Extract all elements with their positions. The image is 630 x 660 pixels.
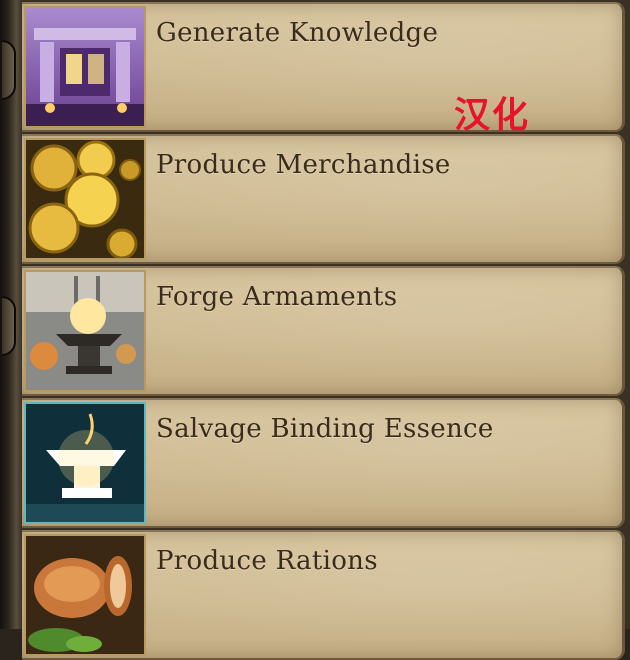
- option-forge-armaments[interactable]: Forge Armaments: [22, 266, 625, 396]
- glowing-anvil-icon: [24, 402, 146, 524]
- option-title: Produce Merchandise: [156, 150, 451, 180]
- option-title: Salvage Binding Essence: [156, 414, 494, 444]
- gold-coins-icon: [24, 138, 146, 260]
- frame-hinge-top: [2, 40, 16, 100]
- option-title: Produce Rations: [156, 546, 378, 576]
- bread-icon: [24, 534, 146, 656]
- left-frame: [0, 0, 22, 629]
- option-salvage-binding-essence[interactable]: Salvage Binding Essence: [22, 398, 625, 528]
- library-hall-icon: [24, 6, 146, 128]
- crafting-options-list: Generate Knowledge Produce Merchandise F…: [22, 0, 630, 660]
- option-title: Generate Knowledge: [156, 18, 439, 48]
- frame-hinge-bottom: [2, 296, 16, 356]
- watermark-label: 汉化: [454, 95, 531, 136]
- anvil-forge-icon: [24, 270, 146, 392]
- option-produce-merchandise[interactable]: Produce Merchandise: [22, 134, 625, 264]
- option-title: Forge Armaments: [156, 282, 398, 312]
- option-generate-knowledge[interactable]: Generate Knowledge: [22, 2, 625, 132]
- option-produce-rations[interactable]: Produce Rations: [22, 530, 625, 660]
